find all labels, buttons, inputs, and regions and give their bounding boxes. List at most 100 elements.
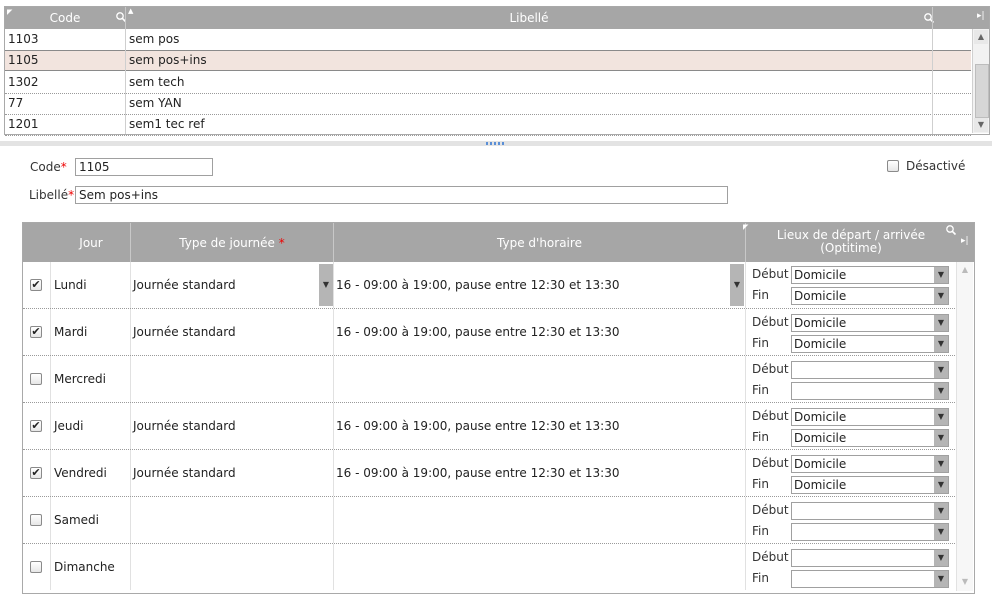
check-icon: ✔	[31, 419, 41, 432]
scroll-down-icon[interactable]: ▼	[974, 118, 988, 132]
row-libelle: sem pos+ins	[129, 53, 207, 67]
debut-select[interactable]: Domicile ▼	[791, 455, 949, 473]
debut-label: Début	[752, 550, 789, 564]
chevron-down-icon[interactable]: ▼	[934, 477, 948, 493]
fin-select[interactable]: ▼	[791, 382, 949, 400]
chevron-down-icon[interactable]: ▼	[934, 336, 948, 352]
table-row[interactable]: 1302 sem tech	[5, 72, 971, 94]
debut-select[interactable]: Domicile ▼	[791, 314, 949, 332]
chevron-down-icon[interactable]: ▼	[934, 550, 948, 566]
chevron-down-icon[interactable]: ▼	[934, 524, 948, 540]
column-header-type-horaire[interactable]: Type d'horaire	[334, 236, 745, 250]
chevron-down-icon[interactable]: ▼	[934, 288, 948, 304]
type-horaire-cell[interactable]: 16 - 09:00 à 19:00, pause entre 12:30 et…	[336, 450, 619, 496]
libelle-label: Libellé*	[29, 188, 75, 202]
fin-select[interactable]: Domicile ▼	[791, 476, 949, 494]
table-row[interactable]: ✔ Lundi Journée standard ▼ 16 - 09:00 à …	[23, 262, 955, 309]
day-checkbox[interactable]: ✔	[30, 279, 42, 291]
check-icon: ✔	[31, 325, 41, 338]
type-horaire-cell[interactable]: 16 - 09:00 à 19:00, pause entre 12:30 et…	[336, 403, 619, 449]
debut-label: Début	[752, 315, 789, 329]
type-horaire-select[interactable]: 16 - 09:00 à 19:00, pause entre 12:30 et…	[336, 262, 619, 308]
type-journee-cell[interactable]: Journée standard	[133, 309, 236, 355]
table-row[interactable]: Mercredi Début ▼ Fin ▼	[23, 356, 955, 403]
type-journee-select[interactable]: Journée standard	[133, 262, 236, 308]
debut-select[interactable]: Domicile ▼	[791, 266, 949, 284]
column-header-code[interactable]: Code	[5, 7, 125, 29]
row-libelle: sem1 tec ref	[129, 117, 205, 131]
day-checkbox[interactable]	[30, 373, 42, 385]
fin-label: Fin	[752, 571, 769, 585]
scroll-up-icon[interactable]: ▲	[958, 263, 972, 277]
chevron-down-icon[interactable]: ▼	[934, 315, 948, 331]
column-header-type-journee[interactable]: Type de journée *	[131, 236, 333, 250]
chevron-down-icon[interactable]: ▼	[934, 456, 948, 472]
day-checkbox[interactable]: ✔	[30, 420, 42, 432]
fin-select[interactable]: Domicile ▼	[791, 335, 949, 353]
splitter-grip-icon[interactable]	[486, 142, 506, 145]
table-row[interactable]: ✔ Jeudi Journée standard 16 - 09:00 à 19…	[23, 403, 955, 450]
day-name: Mardi	[54, 325, 88, 339]
chevron-down-icon[interactable]: ▼	[934, 503, 948, 519]
column-header-libelle[interactable]: Libellé	[126, 7, 932, 29]
debut-select[interactable]: Domicile ▼	[791, 408, 949, 426]
scroll-thumb[interactable]	[975, 64, 989, 118]
fin-select[interactable]: ▼	[791, 570, 949, 588]
table-row[interactable]: ✔ Mardi Journée standard 16 - 09:00 à 19…	[23, 309, 955, 356]
table-row-selected[interactable]: 1105 sem pos+ins	[5, 50, 971, 71]
libelle-input[interactable]: Sem pos+ins	[75, 186, 728, 204]
column-header-lieux[interactable]: Lieux de départ / arrivée (Optitime)	[746, 229, 956, 255]
row-code: 1201	[8, 117, 39, 131]
day-checkbox[interactable]	[30, 514, 42, 526]
debut-select[interactable]: ▼	[791, 502, 949, 520]
desactive-checkbox[interactable]	[887, 160, 899, 172]
records-scrollbar[interactable]: ▲ ▼	[972, 29, 989, 133]
fin-label: Fin	[752, 336, 769, 350]
type-journee-cell[interactable]: Journée standard	[133, 450, 236, 496]
type-horaire-cell[interactable]: 16 - 09:00 à 19:00, pause entre 12:30 et…	[336, 309, 619, 355]
debut-label: Début	[752, 456, 789, 470]
row-libelle: sem tech	[129, 75, 185, 89]
debut-select[interactable]: ▼	[791, 361, 949, 379]
day-checkbox[interactable]: ✔	[30, 326, 42, 338]
column-menu-icon[interactable]: ▸|	[977, 11, 985, 21]
fin-select[interactable]: Domicile ▼	[791, 429, 949, 447]
chevron-down-icon[interactable]: ▼	[319, 264, 333, 306]
table-row[interactable]: Dimanche Début ▼ Fin ▼	[23, 544, 955, 590]
debut-label: Début	[752, 362, 789, 376]
row-libelle: sem YAN	[129, 96, 182, 110]
day-checkbox[interactable]	[30, 561, 42, 573]
search-icon[interactable]	[923, 12, 935, 27]
column-header-libelle-label: Libellé	[509, 11, 549, 25]
check-icon: ✔	[31, 278, 41, 291]
scroll-down-icon[interactable]: ▼	[958, 575, 972, 589]
table-row[interactable]: 1103 sem pos	[5, 29, 971, 51]
chevron-down-icon[interactable]: ▼	[934, 267, 948, 283]
chevron-down-icon[interactable]: ▼	[934, 383, 948, 399]
fin-label: Fin	[752, 383, 769, 397]
table-row[interactable]: 1201 sem1 tec ref	[5, 114, 971, 136]
day-checkbox[interactable]: ✔	[30, 467, 42, 479]
row-code: 1105	[8, 53, 39, 67]
search-icon[interactable]	[945, 224, 957, 239]
chevron-down-icon[interactable]: ▼	[934, 362, 948, 378]
table-row[interactable]: 77 sem YAN	[5, 93, 971, 115]
table-row[interactable]: Samedi Début ▼ Fin ▼	[23, 497, 955, 544]
code-input[interactable]: 1105	[75, 158, 213, 176]
day-name: Dimanche	[54, 560, 115, 574]
column-header-jour[interactable]: Jour	[51, 236, 131, 250]
fin-select[interactable]: ▼	[791, 523, 949, 541]
type-journee-cell[interactable]: Journée standard	[133, 403, 236, 449]
fin-select[interactable]: Domicile ▼	[791, 287, 949, 305]
column-menu-icon[interactable]: ▸|	[961, 236, 969, 246]
week-schedule-scrollbar[interactable]: ▲ ▼	[956, 262, 973, 591]
chevron-down-icon[interactable]: ▼	[730, 264, 744, 306]
chevron-down-icon[interactable]: ▼	[934, 571, 948, 587]
scroll-up-icon[interactable]: ▲	[974, 30, 988, 44]
chevron-down-icon[interactable]: ▼	[934, 430, 948, 446]
records-grid: ◤ Code ▲ Libellé ▸| 1103 sem pos 1105 se…	[4, 6, 990, 136]
debut-select[interactable]: ▼	[791, 549, 949, 567]
table-row[interactable]: ✔ Vendredi Journée standard 16 - 09:00 à…	[23, 450, 955, 497]
chevron-down-icon[interactable]: ▼	[934, 409, 948, 425]
desactive-label: Désactivé	[906, 159, 966, 173]
